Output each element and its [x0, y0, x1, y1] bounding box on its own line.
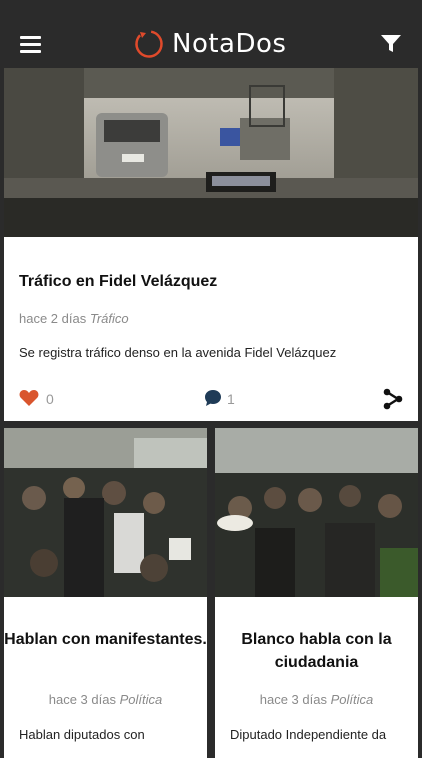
news-card[interactable]: Hablan con manifestantes. hace 3 días Po…	[4, 428, 207, 758]
comment-bubble-icon[interactable]	[204, 389, 222, 407]
news-summary: Se registra tráfico denso en la avenida …	[19, 345, 337, 360]
news-card[interactable]: Blanco habla con la ciudadania hace 3 dí…	[215, 428, 418, 758]
heart-icon[interactable]	[19, 389, 39, 407]
news-category[interactable]: Tráfico	[90, 311, 129, 326]
news-summary: Diputado Independiente da	[230, 727, 387, 742]
crowd-meeting-photo[interactable]	[215, 428, 418, 597]
crowd-protest-photo[interactable]	[4, 428, 207, 597]
filter-funnel-icon[interactable]	[380, 34, 402, 54]
news-time: hace 2 días	[19, 311, 87, 326]
news-title[interactable]: Tráfico en Fidel Velázquez	[19, 273, 217, 291]
news-title[interactable]: Hablan con manifestantes.	[4, 628, 207, 651]
news-time: hace 3 días	[48, 692, 116, 707]
app-logo: NotaDos	[134, 27, 286, 61]
news-category[interactable]: Política	[120, 692, 163, 707]
news-meta: hace 3 días Política	[4, 692, 207, 707]
traffic-photo[interactable]	[4, 68, 418, 237]
comments-count: 1	[227, 391, 235, 407]
status-bar	[0, 0, 422, 18]
news-summary: Hablan diputados con	[19, 727, 145, 742]
news-actions: 0 1	[4, 388, 418, 410]
likes-count: 0	[46, 391, 54, 407]
app-title: NotaDos	[172, 29, 287, 59]
hamburger-menu-icon[interactable]	[20, 36, 41, 53]
logo-ring-icon	[135, 30, 163, 58]
news-title[interactable]: Blanco habla con la ciudadania	[215, 628, 418, 674]
news-time: hace 3 días	[259, 692, 327, 707]
news-meta: hace 3 días Política	[215, 692, 418, 707]
news-category[interactable]: Política	[331, 692, 374, 707]
share-icon[interactable]	[383, 388, 403, 410]
featured-news-card[interactable]: Tráfico en Fidel Velázquez hace 2 días T…	[4, 68, 418, 421]
app-bar: NotaDos	[0, 18, 422, 68]
news-meta: hace 2 días Tráfico	[19, 311, 129, 326]
